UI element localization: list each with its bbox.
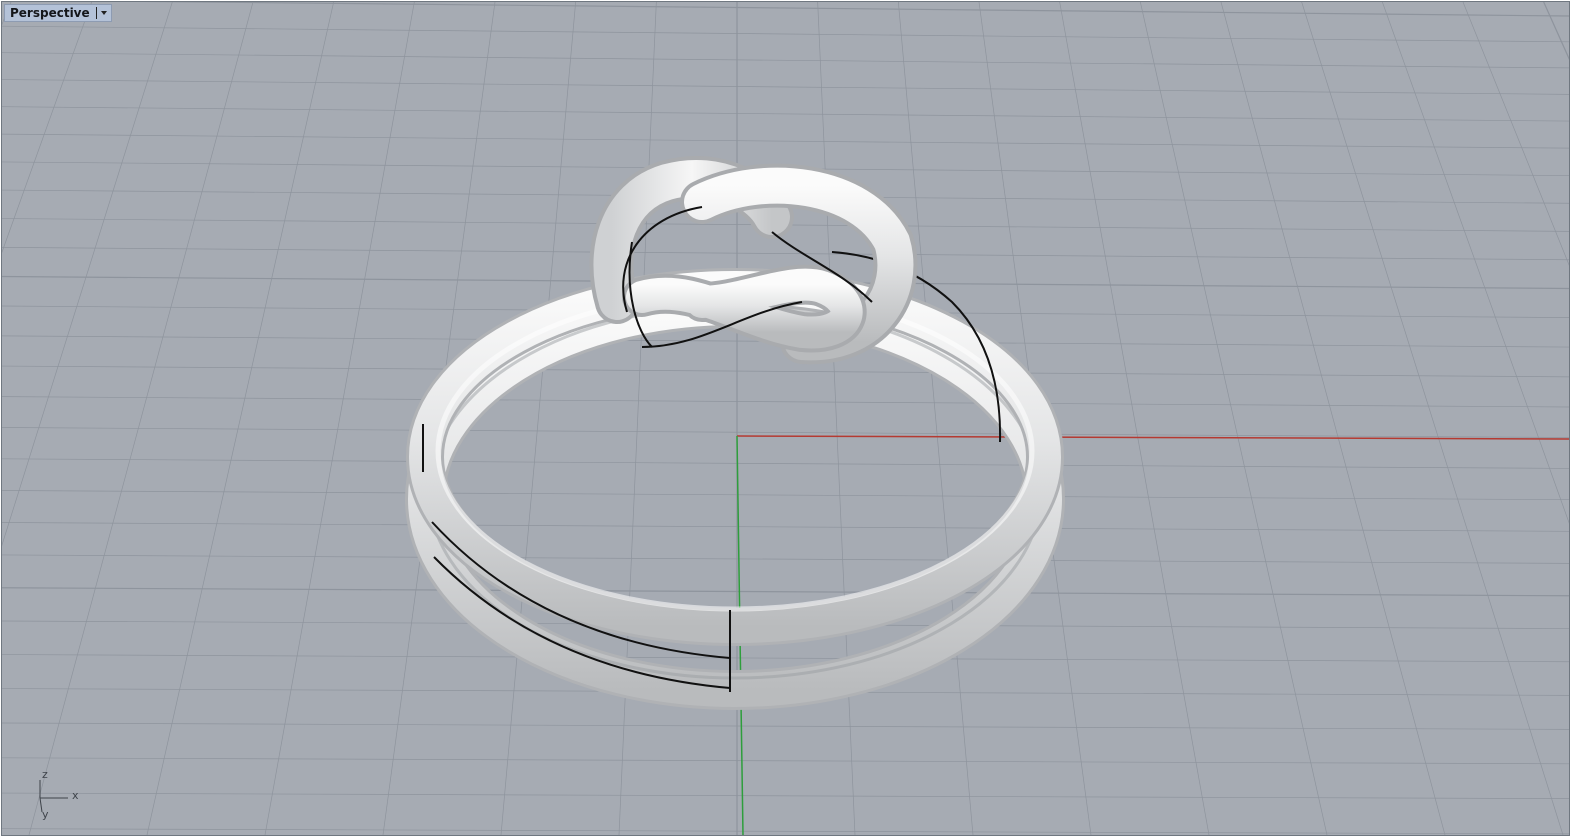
- viewport-title-tab[interactable]: Perspective: [4, 4, 112, 22]
- construction-grid: [2, 2, 1569, 835]
- grid-line: [2, 654, 1569, 663]
- chevron-down-icon[interactable]: [100, 11, 107, 15]
- axes-triad-icon: [39, 780, 68, 813]
- grid-line: [817, 2, 856, 835]
- grid-line: [1462, 2, 1569, 266]
- grid-line: [1382, 2, 1569, 524]
- grid-line: [1220, 2, 1446, 835]
- grid-line: [2, 396, 1569, 408]
- grid-line: [2, 2, 92, 254]
- grid-line: [1543, 2, 1569, 60]
- grid-line: [2, 490, 1569, 501]
- grid-line: [146, 2, 334, 835]
- grid-line: [1059, 2, 1210, 835]
- grid-line: [2, 365, 1569, 378]
- grid-line: [618, 2, 657, 835]
- grid-line: [1140, 2, 1328, 835]
- viewport-name-label[interactable]: Perspective: [10, 6, 90, 20]
- grid-line: [2, 587, 1569, 597]
- grid-line: [2, 792, 1569, 799]
- grid-line: [2, 247, 1569, 261]
- grid-line: [264, 2, 415, 835]
- grid-line: [2, 722, 1569, 730]
- viewport-scene[interactable]: [2, 2, 1569, 835]
- grid-line: [2, 554, 1569, 564]
- grid-line: [2, 25, 1569, 43]
- grid-line: [2, 106, 1569, 122]
- grid-line: [2, 522, 1569, 532]
- y-axis-label: y: [42, 808, 49, 821]
- grid-line: [500, 2, 577, 835]
- grid-line: [139, 2, 1569, 17]
- grid-line: [2, 133, 1569, 149]
- grid-line: [2, 458, 1569, 469]
- grid-line: [2, 2, 173, 547]
- grid-line: [897, 2, 974, 835]
- grid-line: [28, 2, 254, 835]
- x-axis-label: x: [72, 789, 79, 802]
- grid-line: [2, 79, 1569, 95]
- grid-line: [2, 757, 1569, 765]
- grid-line: [1301, 2, 1564, 835]
- grid-line: [2, 2, 12, 26]
- axes-orientation-widget: z x y: [32, 768, 92, 828]
- grid-line: [2, 828, 1569, 835]
- z-axis-label: z: [42, 768, 48, 781]
- perspective-viewport[interactable]: Perspective z x y: [1, 1, 1570, 836]
- tab-separator: [95, 7, 97, 19]
